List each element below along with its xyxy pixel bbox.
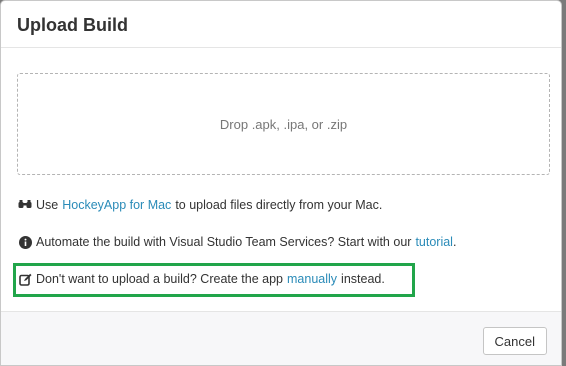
edit-icon — [18, 272, 32, 286]
file-dropzone[interactable]: Drop .apk, .ipa, or .zip — [17, 73, 550, 175]
automate-text-after: . — [452, 235, 457, 249]
vsts-automate-info: Automate the build with Visual Studio Te… — [18, 234, 456, 250]
hockeyapp-mac-info: Use HockeyApp for Mac to upload files di… — [18, 197, 382, 213]
dialog-header: Upload Build — [1, 1, 561, 48]
mac-text-after: to upload files directly from your Mac. — [175, 198, 383, 212]
manual-text-after: instead. — [341, 272, 385, 286]
upload-build-dialog: Upload Build Drop .apk, .ipa, or .zip Us… — [0, 0, 562, 366]
manual-create-info: Don't want to upload a build? Create the… — [18, 271, 385, 287]
dialog-title: Upload Build — [17, 15, 128, 35]
hockeyapp-for-mac-link[interactable]: HockeyApp for Mac — [62, 197, 171, 213]
dropzone-text: Drop .apk, .ipa, or .zip — [219, 116, 348, 132]
manually-link[interactable]: manually — [287, 271, 337, 287]
manual-text-before: Don't want to upload a build? Create the… — [36, 272, 284, 286]
info-circle-icon — [18, 235, 32, 249]
mac-text-before: Use — [36, 198, 59, 212]
cancel-button[interactable]: Cancel — [482, 327, 547, 355]
dialog-body: Drop .apk, .ipa, or .zip Use HockeyApp f… — [1, 48, 561, 311]
binoculars-icon — [18, 198, 32, 212]
tutorial-link[interactable]: tutorial — [415, 234, 453, 250]
dialog-footer: Cancel — [1, 311, 561, 365]
automate-text-before: Automate the build with Visual Studio Te… — [36, 235, 412, 249]
